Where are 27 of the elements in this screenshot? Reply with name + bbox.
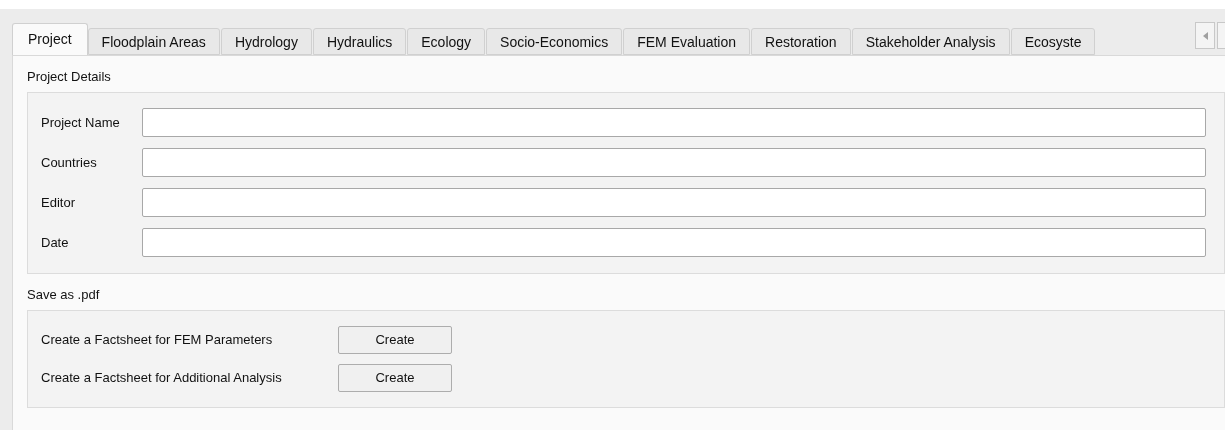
tab[interactable]: Socio-Economics xyxy=(486,28,623,55)
input-field[interactable] xyxy=(142,188,1206,217)
input-field[interactable] xyxy=(142,148,1206,177)
group-title: Save as .pdf xyxy=(27,286,101,304)
scroll-right-button[interactable] xyxy=(1217,22,1225,49)
scroll-left-button[interactable] xyxy=(1195,22,1215,49)
tab[interactable]: Hydraulics xyxy=(312,28,407,55)
tab[interactable]: Project xyxy=(12,23,88,55)
tab[interactable]: Ecology xyxy=(407,28,486,55)
row-label: Create a Factsheet for FEM Parameters xyxy=(41,331,274,350)
tab[interactable]: Ecosyste xyxy=(1010,28,1096,55)
tab[interactable]: Hydrology xyxy=(220,28,312,55)
create-button[interactable]: Create xyxy=(338,326,452,354)
row-label: Create a Factsheet for Additional Analysis xyxy=(41,369,283,388)
field-label: Project Name xyxy=(41,113,121,132)
field-label: Date xyxy=(41,233,70,252)
group-title: Project Details xyxy=(27,68,112,86)
tab[interactable]: Restoration xyxy=(751,28,851,55)
field-label: Countries xyxy=(41,153,98,172)
left-arrow-icon xyxy=(1202,31,1208,40)
input-field[interactable] xyxy=(142,108,1206,137)
input-field[interactable] xyxy=(142,228,1206,257)
tab[interactable]: Stakeholder Analysis xyxy=(851,28,1010,55)
field-label: Editor xyxy=(41,193,76,212)
tab[interactable]: Floodplain Areas xyxy=(87,28,220,55)
tab[interactable]: FEM Evaluation xyxy=(623,28,751,55)
create-button[interactable]: Create xyxy=(338,364,452,392)
